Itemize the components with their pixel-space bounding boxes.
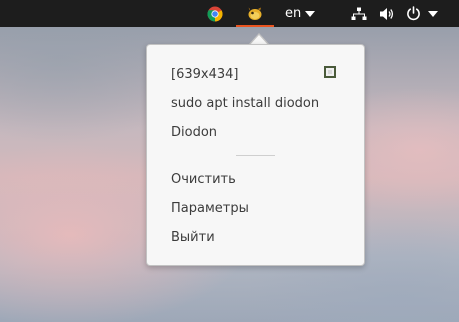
preferences-menu-item[interactable]: Параметры <box>171 200 249 218</box>
clipboard-item-image[interactable]: [639x434] <box>171 66 238 84</box>
language-label: en <box>285 6 302 21</box>
power-menu-button[interactable] <box>406 0 438 27</box>
network-icon[interactable] <box>350 0 368 27</box>
volume-icon[interactable] <box>378 0 396 27</box>
clipboard-item-text[interactable]: Diodon <box>171 124 217 142</box>
clear-menu-item[interactable]: Очистить <box>171 171 236 189</box>
chrome-icon[interactable] <box>205 0 225 27</box>
chevron-down-icon <box>428 10 438 17</box>
power-icon <box>407 6 420 21</box>
image-thumbnail-icon <box>324 66 336 78</box>
language-indicator[interactable]: en <box>285 0 316 27</box>
quit-menu-item[interactable]: Выйти <box>171 229 215 247</box>
menu-separator <box>236 155 275 156</box>
chevron-down-icon <box>305 10 316 17</box>
clipboard-item-command[interactable]: sudo apt install diodon <box>171 95 319 113</box>
diodon-icon <box>248 7 262 20</box>
diodon-tray-button[interactable] <box>236 0 274 27</box>
diodon-menu: [639x434] sudo apt install diodon Diodon… <box>146 44 365 266</box>
top-panel: en <box>0 0 459 27</box>
active-indicator <box>236 25 274 27</box>
